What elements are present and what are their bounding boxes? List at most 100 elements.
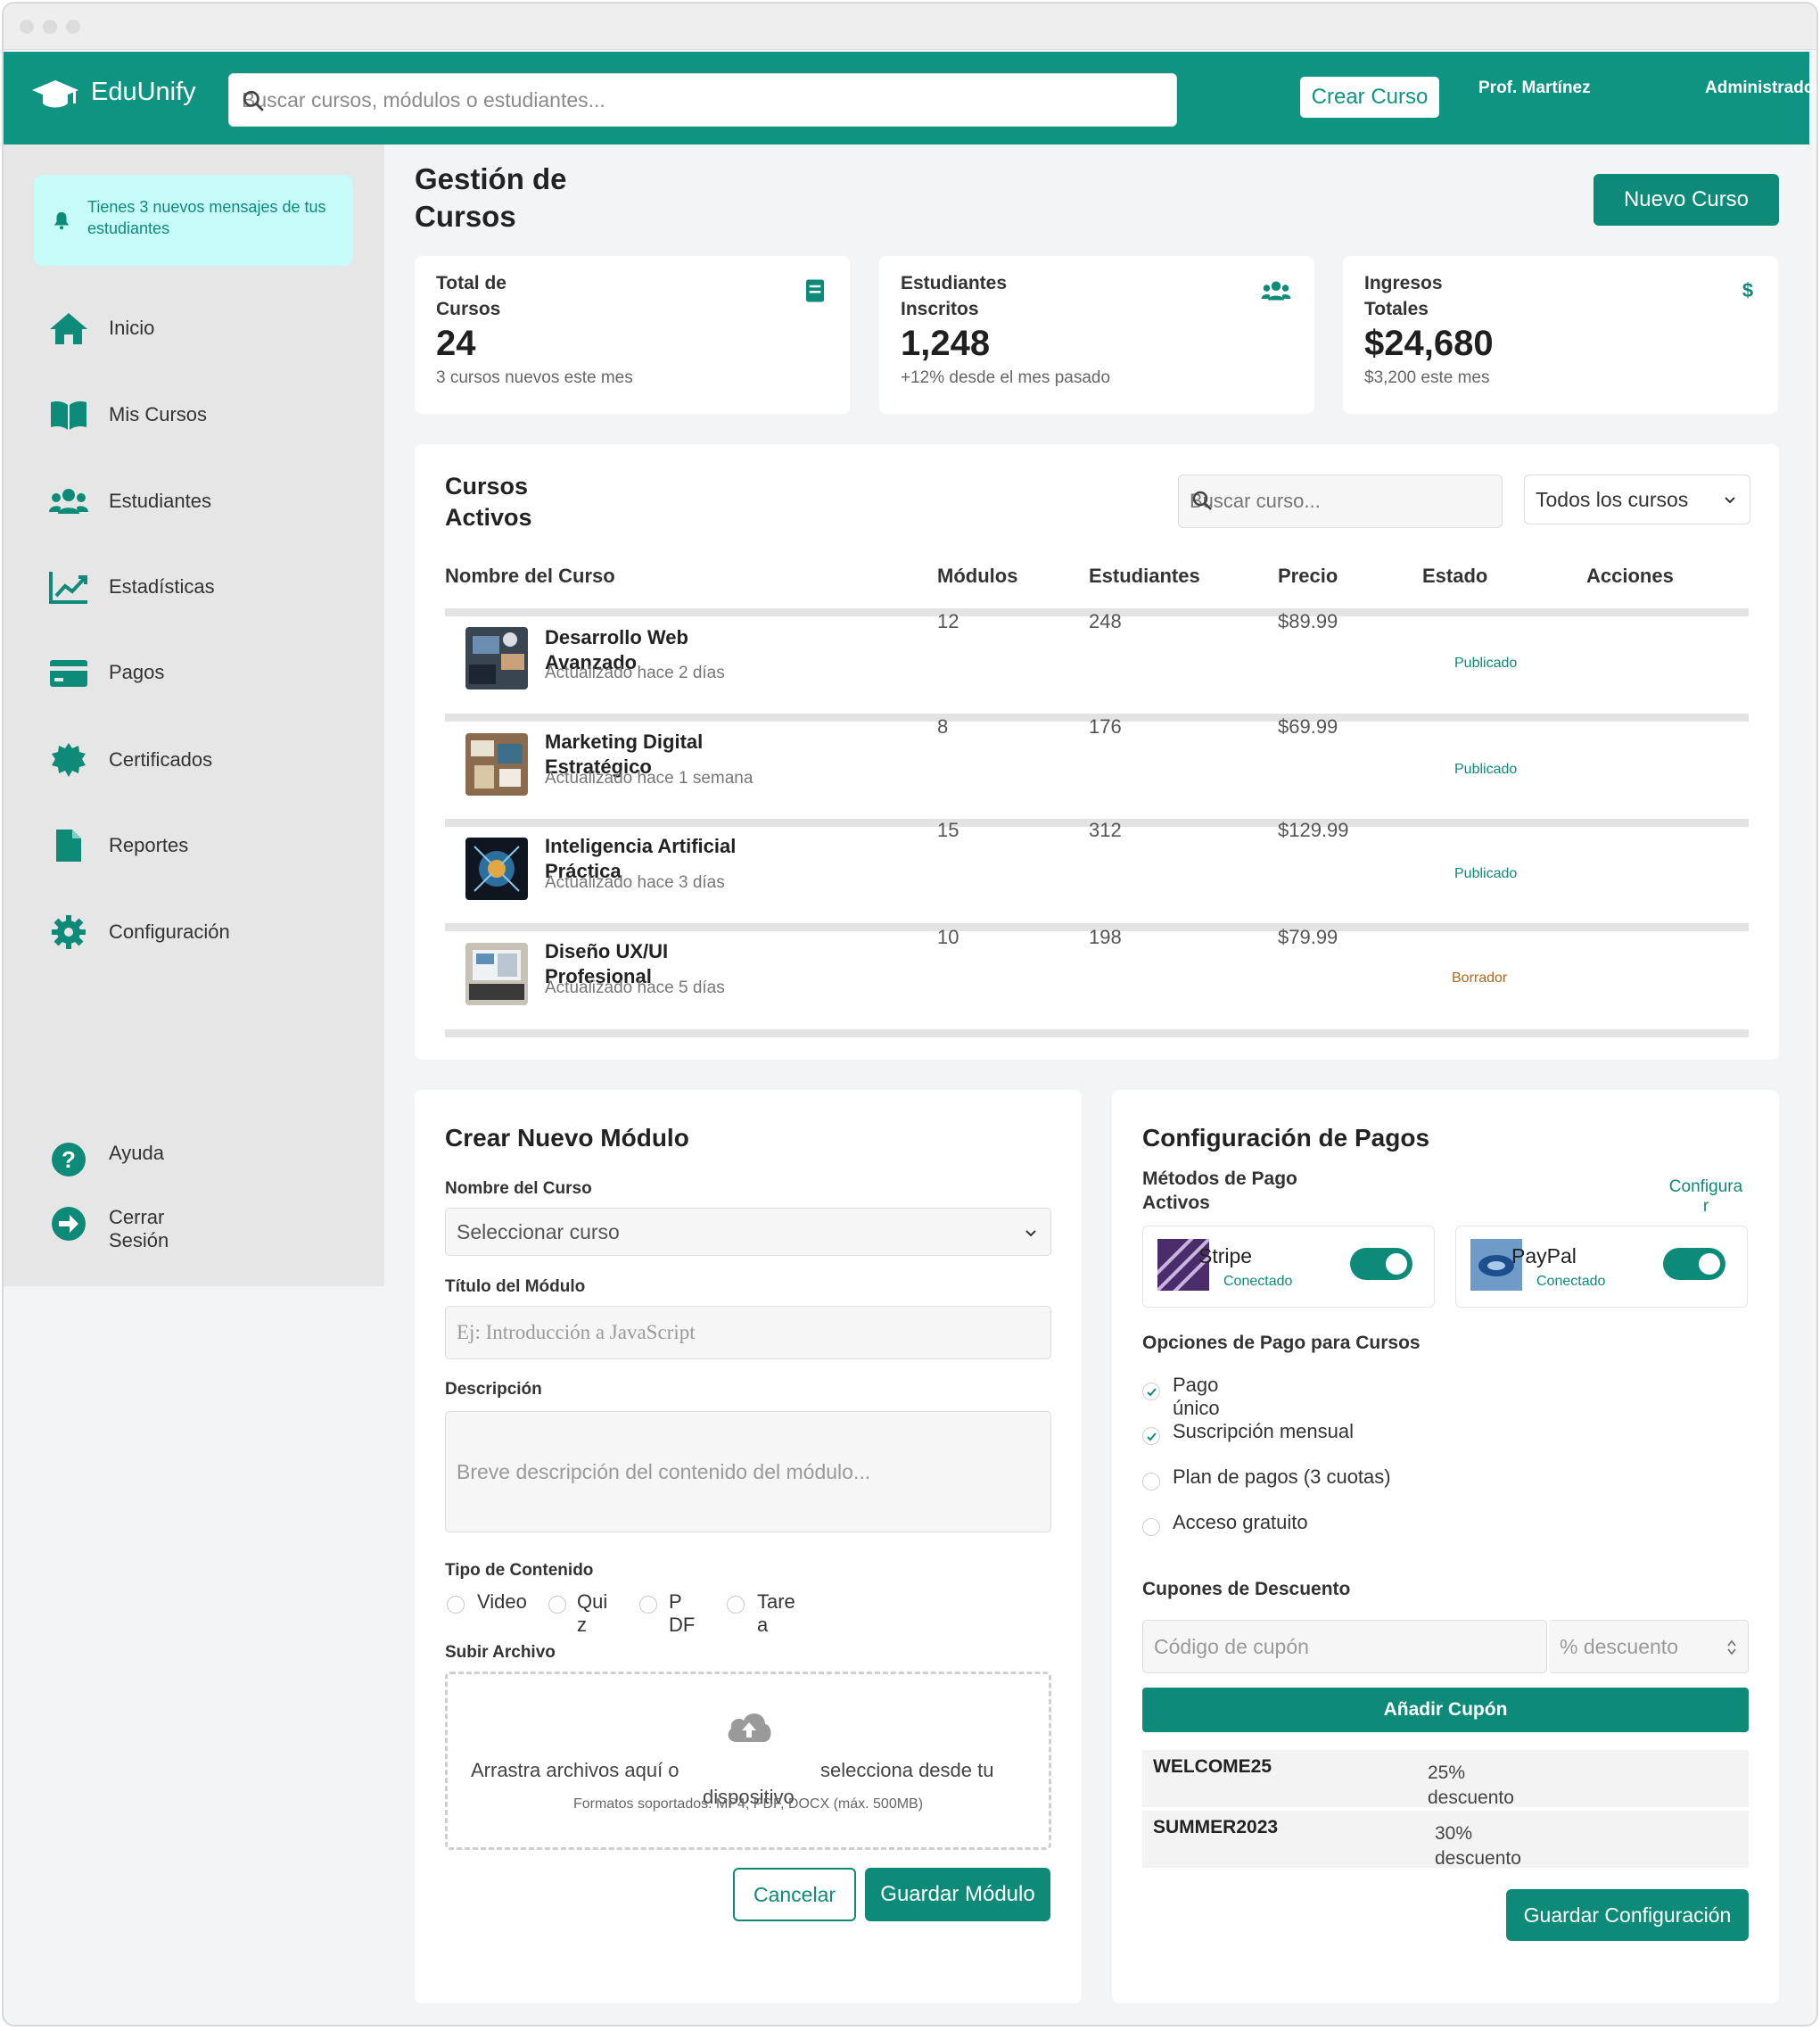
options-label: Opciones de Pago para Cursos [1142,1333,1421,1353]
description-textarea[interactable]: Breve descripción del contenido del módu… [445,1411,1051,1532]
course-price: $129.99 [1278,819,1349,841]
stat-label: Ingresos Totales [1364,273,1443,319]
coupon-discount: 25% descuento [1428,1763,1514,1808]
course-search[interactable] [1178,475,1503,528]
radio-pdf[interactable] [639,1596,657,1614]
user-name[interactable]: Prof. Martínez [1478,78,1591,98]
sidebar-logout[interactable]: Cerrar Sesión [48,1206,180,1252]
coupon-row[interactable]: SUMMER2023 30% descuento [1142,1811,1749,1869]
form-label: Tipo de Contenido [445,1561,594,1580]
radio-video[interactable] [447,1596,465,1614]
coupon-discount-placeholder: % descuento [1560,1634,1678,1658]
file-dropzone[interactable]: Arrastra archivos aquí o selecciona desd… [445,1672,1051,1850]
radio-tarea[interactable] [727,1596,745,1614]
credit-card-icon [50,660,87,687]
logo[interactable]: EduUnify [30,77,196,112]
book-icon [806,279,824,302]
sidebar-item-label: Estadísticas [109,575,215,598]
sidebar-item-label: Mis Cursos [109,403,208,425]
sidebar-item-pagos[interactable]: Pagos [48,655,164,690]
row-divider [445,1029,1749,1037]
global-search-input[interactable] [229,74,1176,126]
course-modules: 12 [937,610,959,632]
checkbox-suscripcion[interactable] [1142,1427,1160,1445]
course-select[interactable]: Seleccionar curso [445,1208,1051,1256]
form-label: Descripción [445,1380,542,1399]
upload-text: selecciona desde tu [820,1759,994,1781]
configure-link[interactable]: Configurar [1667,1177,1745,1217]
global-search[interactable] [228,73,1177,127]
section-title: Crear Nuevo Módulo [445,1124,689,1152]
course-filter-value: Todos los cursos [1536,488,1689,511]
notification-banner[interactable]: Tienes 3 nuevos mensajes de tus estudian… [34,175,353,266]
payment-method-stripe[interactable]: Stripe Conectado [1142,1226,1435,1308]
course-thumbnail [465,943,528,1005]
search-icon [243,90,264,111]
column-header[interactable]: Precio [1278,565,1338,588]
course-updated: Actualizado hace 3 días [545,873,725,892]
column-header[interactable]: Estudiantes [1089,565,1200,588]
stat-subtext: $3,200 este mes [1364,368,1490,387]
checkbox-plan-pagos[interactable] [1142,1473,1160,1490]
sidebar-help[interactable]: ? Ayuda [48,1142,164,1177]
coupon-row[interactable]: WELCOME25 25% descuento [1142,1750,1749,1808]
stat-label: Estudiantes Inscritos [901,273,1008,319]
stat-card-courses: Total de Cursos 24 3 cursos nuevos este … [415,256,850,414]
stat-value: 1,248 [901,324,991,363]
course-students: 198 [1089,926,1122,948]
course-students: 248 [1089,610,1122,632]
sidebar-item-certificados[interactable]: Certificados [48,742,212,778]
course-search-input[interactable] [1179,475,1502,527]
upload-text: Arrastra archivos aquí o [471,1759,679,1781]
stat-label: Total de Cursos [436,273,506,319]
home-icon [50,313,87,344]
course-filter-select[interactable]: Todos los cursos [1524,475,1750,524]
payment-method-name: PayPal [1511,1244,1577,1267]
status-badge: Publicado [1454,656,1518,671]
window-maximize-dot[interactable] [66,20,80,34]
stripe-toggle[interactable] [1350,1248,1412,1280]
course-thumbnail [465,838,528,900]
checkbox-pago-unico[interactable] [1142,1383,1160,1400]
column-header[interactable]: Módulos [937,565,1017,588]
sidebar-item-label: Inicio [109,317,155,339]
active-courses-card: Cursos Activos Todos los cursos Nombre d… [415,444,1779,1060]
radio-quiz[interactable] [548,1596,566,1614]
payment-method-paypal[interactable]: PayPal Conectado [1455,1226,1748,1308]
create-course-button[interactable]: Crear Curso [1300,77,1439,118]
sidebar-item-inicio[interactable]: Inicio [48,310,154,346]
column-header[interactable]: Estado [1422,565,1487,588]
sidebar-item-reportes[interactable]: Reportes [48,828,188,863]
add-coupon-button[interactable]: Añadir Cupón [1142,1688,1749,1732]
paypal-toggle[interactable] [1663,1248,1725,1280]
module-title-input[interactable]: Ej: Introducción a JavaScript [445,1306,1051,1359]
coupon-discount-input[interactable]: % descuento [1549,1620,1749,1673]
radio-label: PDF [669,1590,696,1636]
course-price: $69.99 [1278,715,1338,738]
sidebar-item-estudiantes[interactable]: Estudiantes [48,483,211,519]
window-minimize-dot[interactable] [43,20,57,34]
section-title: Configuración de Pagos [1142,1124,1430,1152]
checkbox-acceso-gratuito[interactable] [1142,1518,1160,1536]
sidebar-item-mis-cursos[interactable]: Mis Cursos [48,397,207,433]
window-close-dot[interactable] [20,20,34,34]
title-bar [4,4,1816,50]
book-icon [51,401,86,430]
save-settings-button[interactable]: Guardar Configuración [1506,1889,1749,1941]
sidebar-item-estadisticas[interactable]: Estadísticas [48,569,215,605]
cancel-button[interactable]: Cancelar [733,1868,856,1921]
radio-label: Quiz [577,1590,608,1636]
coupon-code-input[interactable]: Código de cupón [1142,1620,1547,1673]
course-modules: 10 [937,926,959,948]
user-role[interactable]: Administrador [1705,78,1816,98]
column-header[interactable]: Acciones [1586,565,1674,588]
help-icon: ? [52,1143,86,1176]
stat-subtext: +12% desde el mes pasado [901,368,1111,387]
app-window: EduUnify Crear Curso Prof. Martínez Admi… [2,2,1818,2027]
column-header[interactable]: Nombre del Curso [445,565,615,588]
chart-icon [49,572,87,604]
new-course-button[interactable]: Nuevo Curso [1594,174,1779,226]
sidebar-item-configuracion[interactable]: Configuración [48,914,230,950]
course-students: 312 [1089,819,1122,841]
save-module-button[interactable]: Guardar Módulo [865,1868,1050,1921]
